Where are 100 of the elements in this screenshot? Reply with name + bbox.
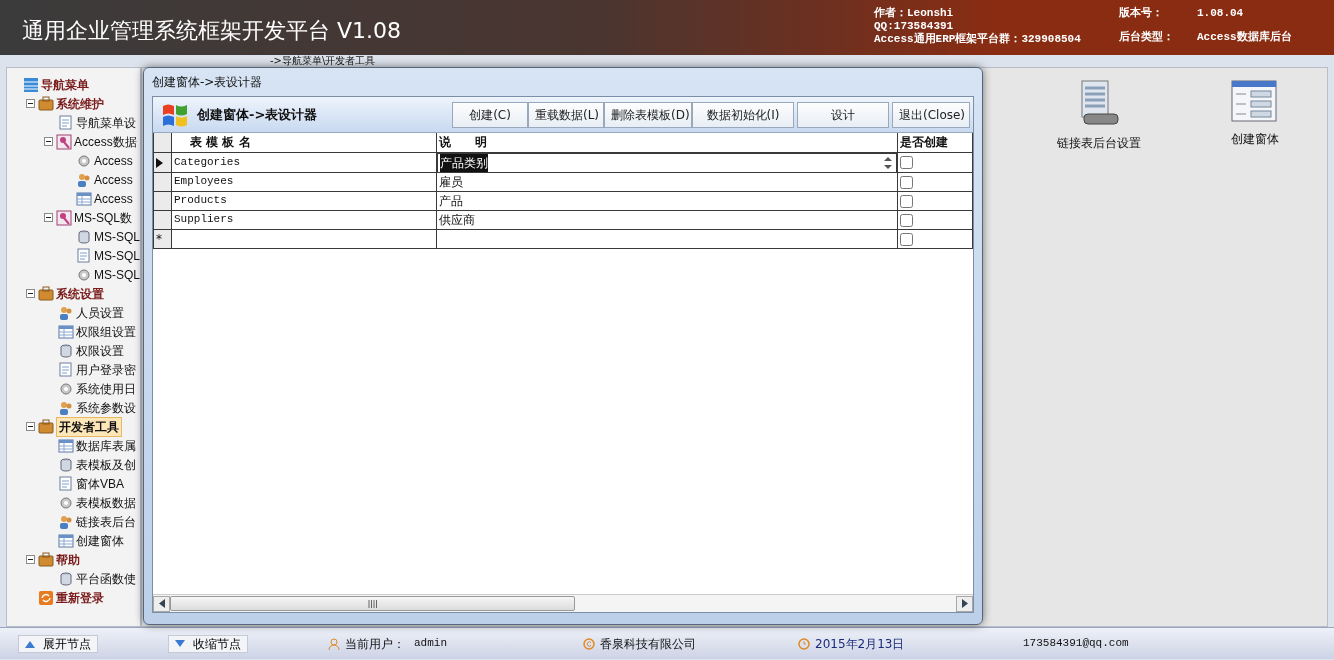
tree-item[interactable]: 平台函数使	[76, 569, 136, 588]
caret-up-icon	[25, 639, 35, 648]
gear-icon	[58, 380, 74, 397]
tree-group-label[interactable]: 帮助	[56, 550, 80, 569]
caret-down-icon	[175, 639, 185, 648]
tree-item[interactable]: 表模板数据	[76, 493, 136, 512]
company-name: 香泉科技有限公司	[600, 635, 696, 653]
expand-toggle[interactable]	[44, 137, 53, 146]
row-selector[interactable]	[153, 152, 172, 172]
tree-group-label[interactable]: 开发者工具	[56, 416, 122, 437]
column-header[interactable]: 表 模 板 名	[171, 133, 437, 152]
create-checkbox[interactable]	[900, 194, 913, 208]
new-row-marker: *	[156, 231, 162, 246]
tree-root-label[interactable]: 导航菜单	[41, 75, 89, 94]
tree-item[interactable]: Access数据	[74, 132, 137, 151]
tree-item[interactable]: MS-SQL	[94, 246, 140, 265]
tree-item[interactable]: 创建窗体	[76, 531, 124, 550]
user-name: admin	[414, 636, 447, 652]
expand-button[interactable]: 展开节点	[18, 634, 98, 653]
tree-item[interactable]: 导航菜单设	[76, 113, 136, 132]
tree-item[interactable]: 数据库表属	[76, 436, 136, 455]
create-checkbox[interactable]	[900, 213, 913, 227]
gear-icon	[76, 152, 92, 169]
toolbar-button[interactable]: 数据初始化(I)	[692, 101, 794, 128]
table-icon	[58, 532, 74, 549]
spinner-icon[interactable]	[884, 155, 892, 170]
dialog-heading: 创建窗体->表设计器	[197, 105, 318, 124]
tree-item[interactable]: 窗体VBA	[76, 474, 124, 493]
database-icon	[58, 342, 74, 359]
column-header[interactable]: 说 明	[436, 133, 898, 152]
document-icon	[58, 114, 74, 131]
shortcut-tile[interactable]: 链接表后台设置	[1039, 80, 1159, 152]
expand-toggle[interactable]	[26, 99, 35, 108]
cell-editor[interactable]: 产品类别	[439, 153, 488, 172]
scroll-left-icon[interactable]	[158, 599, 165, 608]
horizontal-scrollbar[interactable]	[153, 594, 973, 612]
users-icon	[58, 304, 74, 321]
tree-item[interactable]: Access	[94, 170, 133, 189]
gear-icon	[76, 266, 92, 283]
database-icon	[76, 228, 92, 245]
database-icon	[58, 456, 74, 473]
key-icon	[56, 133, 72, 150]
shortcut-tile[interactable]: 创建窗体	[1195, 80, 1315, 148]
row-pointer-icon	[156, 157, 163, 168]
scroll-right-icon[interactable]	[961, 599, 968, 608]
toolbar-button[interactable]: 退出(Close)	[892, 101, 970, 128]
table-icon	[76, 190, 92, 207]
toolbox-icon	[38, 418, 54, 435]
toolbar-button[interactable]: 设计	[797, 101, 889, 128]
tree-item[interactable]: 人员设置	[76, 303, 124, 322]
tree-item[interactable]: Access	[94, 151, 133, 170]
toolbar-button[interactable]: 创建(C)	[452, 101, 528, 128]
expand-toggle[interactable]	[26, 422, 35, 431]
toolbar-button[interactable]: 删除表模板(D)	[604, 101, 692, 128]
refresh-icon	[38, 589, 54, 606]
document-icon	[58, 475, 74, 492]
table-cell: 雇员	[436, 172, 898, 191]
column-header[interactable]: 是否创建	[897, 133, 973, 152]
tree-item[interactable]: 链接表后台	[76, 512, 136, 531]
author-info: Access通用ERP框架平台群：329908504	[874, 33, 1082, 46]
tree-item[interactable]: MS-SQL	[94, 265, 140, 284]
create-checkbox[interactable]	[900, 175, 913, 189]
table-cell: Suppliers	[171, 210, 437, 229]
email-text: 173584391@qq.com	[1023, 636, 1129, 652]
app-title: 通用企业管理系统框架开发平台 V1.08	[21, 17, 402, 45]
users-icon	[58, 513, 74, 530]
collapse-button[interactable]: 收缩节点	[168, 634, 248, 653]
copyright-icon	[583, 637, 595, 650]
table-cell: Employees	[171, 172, 437, 191]
version-value: 1.08.04	[1197, 7, 1245, 21]
author-info: QQ:173584391	[874, 20, 954, 33]
tree-item[interactable]: 表模板及创	[76, 455, 136, 474]
document-icon	[58, 361, 74, 378]
tree-item[interactable]: 权限组设置	[76, 322, 136, 341]
tree-group-label[interactable]: 系统维护	[56, 94, 104, 113]
expand-toggle[interactable]	[44, 213, 53, 222]
tree-item[interactable]: 系统使用日	[76, 379, 136, 398]
form-icon	[1231, 80, 1277, 124]
version-label: 版本号：	[1119, 7, 1164, 21]
key-icon	[56, 209, 72, 226]
tree-item[interactable]: 权限设置	[76, 341, 124, 360]
user-icon	[328, 637, 340, 650]
tree-item[interactable]: MS-SQL数	[74, 208, 132, 227]
grip-icon	[367, 599, 378, 608]
backend-label: 后台类型：	[1119, 31, 1175, 45]
database-icon	[58, 570, 74, 587]
tree-item[interactable]: Access	[94, 189, 133, 208]
gear-icon	[58, 494, 74, 511]
expand-toggle[interactable]	[26, 555, 35, 564]
scrollbar-thumb[interactable]	[170, 596, 575, 611]
tree-item[interactable]: 用户登录密	[76, 360, 136, 379]
tree-item[interactable]: 系统参数设	[76, 398, 136, 417]
create-checkbox[interactable]	[900, 232, 913, 246]
tree-item[interactable]: MS-SQL	[94, 227, 140, 246]
create-checkbox[interactable]	[900, 156, 913, 169]
tree-group-label[interactable]: 重新登录	[56, 588, 104, 607]
tree-group-label[interactable]: 系统设置	[56, 284, 104, 303]
author-info: 作者：Leonshi	[874, 7, 955, 20]
toolbar-button[interactable]: 重载数据(L)	[528, 101, 604, 128]
expand-toggle[interactable]	[26, 289, 35, 298]
